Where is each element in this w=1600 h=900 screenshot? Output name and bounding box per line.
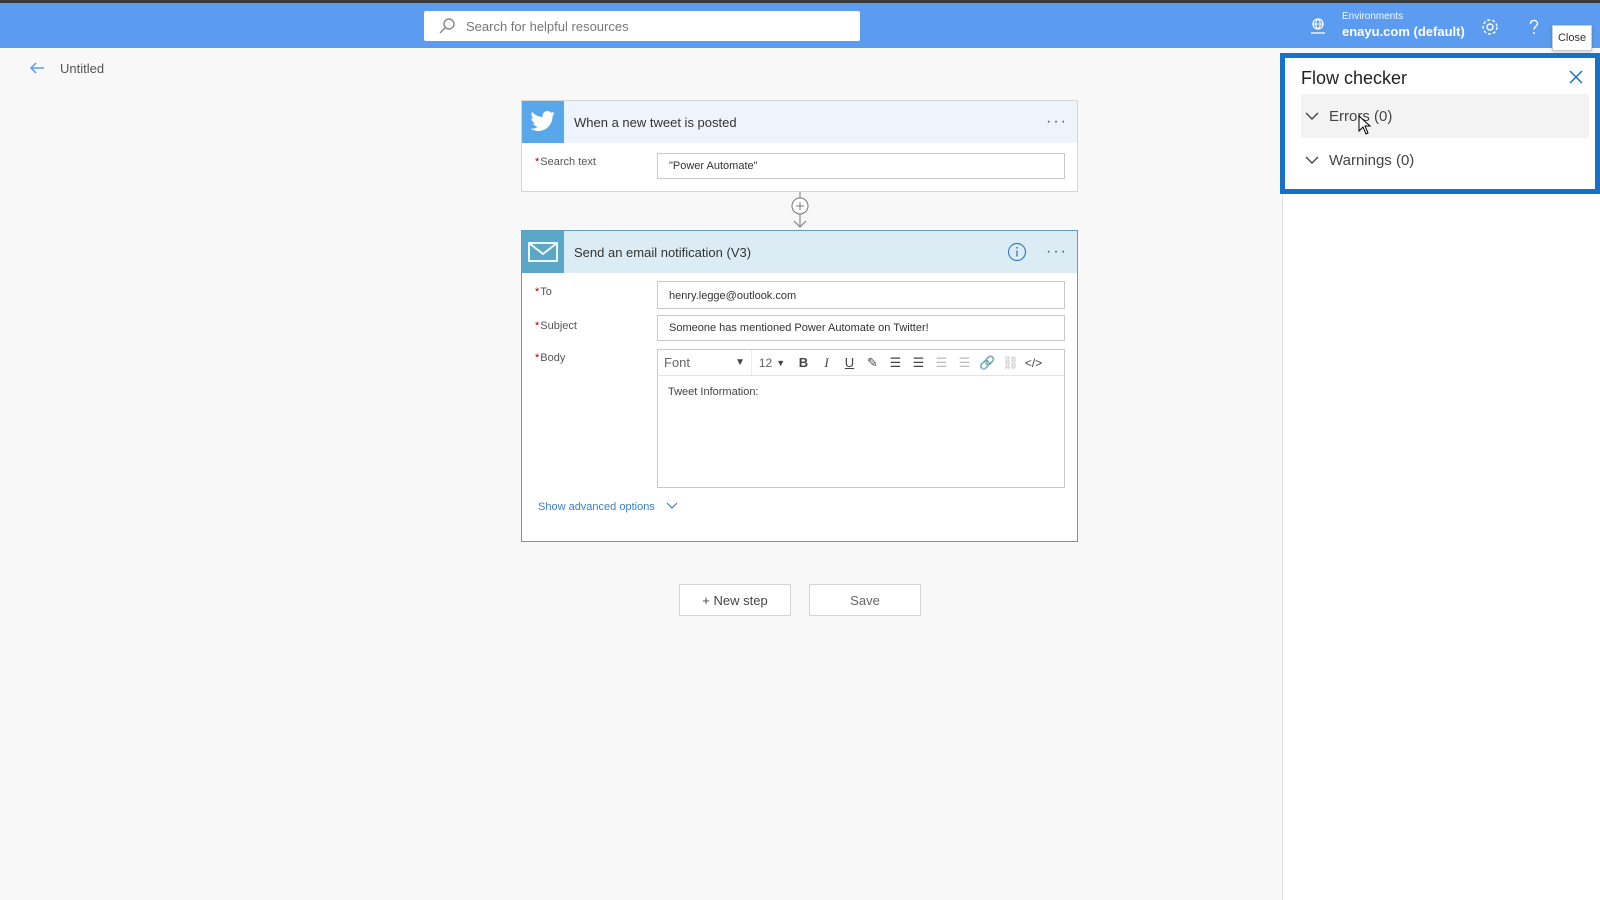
trigger-card-header[interactable]: When a new tweet is posted ··· (522, 101, 1077, 143)
code-view-icon[interactable]: </> (1022, 356, 1045, 370)
top-bar: Environments enayu.com (default) Close (0, 0, 1600, 51)
bulleted-list-icon[interactable]: ☰ (884, 355, 907, 371)
to-field[interactable]: henry.legge@outlook.com (657, 281, 1065, 309)
email-action-title: Send an email notification (V3) (574, 244, 752, 260)
email-action-card[interactable]: Send an email notification (V3) ··· *To … (521, 230, 1078, 542)
info-icon[interactable] (1007, 242, 1027, 262)
font-size-value: 12 (758, 355, 773, 370)
page-header: Untitled (0, 48, 1280, 88)
search-text-label: *Search text (535, 156, 596, 168)
italic-icon[interactable]: I (815, 355, 838, 371)
environment-icon (1311, 17, 1325, 34)
flow-checker-highlight (1280, 53, 1600, 194)
font-select[interactable]: Font ▼ (658, 350, 752, 375)
mail-icon (522, 231, 564, 273)
search-box[interactable] (424, 11, 860, 41)
body-content[interactable]: Tweet Information: (658, 376, 1064, 408)
chevron-down-icon (666, 502, 678, 509)
highlight-pen-icon[interactable]: ✎ (861, 355, 884, 371)
font-size-select[interactable]: 12 ▼ (752, 350, 792, 375)
to-label: *To (535, 286, 552, 298)
settings-gear-icon[interactable] (1480, 17, 1500, 37)
mouse-cursor-icon (1358, 115, 1372, 135)
editor-toolbar: Font ▼ 12 ▼ B I U ✎ ☰ ☰ ☰ ☰ 🔗 ⛓ </> (658, 350, 1064, 376)
environment-picker[interactable]: Environments enayu.com (default) (1308, 11, 1465, 40)
search-icon (439, 18, 455, 34)
font-size-dropdown-icon: ▼ (776, 357, 786, 368)
environment-value: enayu.com (default) (1342, 24, 1465, 39)
body-label: *Body (535, 352, 566, 364)
search-input[interactable] (466, 18, 846, 34)
back-arrow-icon[interactable] (28, 59, 46, 77)
email-action-more-menu[interactable]: ··· (1037, 243, 1077, 261)
insert-link-icon[interactable]: 🔗 (976, 355, 999, 371)
close-tooltip: Close (1552, 25, 1592, 51)
subject-label: *Subject (535, 320, 577, 332)
subject-field[interactable]: Someone has mentioned Power Automate on … (657, 315, 1065, 341)
show-advanced-options-link[interactable]: Show advanced options (538, 501, 678, 513)
email-action-header[interactable]: Send an email notification (V3) ··· (522, 231, 1077, 273)
help-icon[interactable] (1524, 17, 1544, 37)
increase-indent-icon[interactable]: ☰ (953, 355, 976, 371)
numbered-list-icon[interactable]: ☰ (907, 355, 930, 371)
twitter-icon (522, 101, 564, 143)
bold-icon[interactable]: B (792, 355, 815, 370)
page-title: Untitled (60, 60, 105, 76)
remove-link-icon[interactable]: ⛓ (999, 355, 1022, 371)
font-dropdown-icon: ▼ (735, 357, 745, 368)
trigger-card[interactable]: When a new tweet is posted ··· *Search t… (521, 100, 1078, 192)
new-step-button[interactable]: + New step (679, 584, 791, 616)
underline-icon[interactable]: U (838, 355, 861, 370)
decrease-indent-icon[interactable]: ☰ (930, 355, 953, 371)
trigger-more-menu[interactable]: ··· (1037, 113, 1077, 131)
save-button[interactable]: Save (809, 584, 921, 616)
show-advanced-options-label: Show advanced options (538, 501, 655, 513)
body-editor[interactable]: Font ▼ 12 ▼ B I U ✎ ☰ ☰ ☰ ☰ 🔗 ⛓ </> Twee… (657, 349, 1065, 488)
font-select-label: Font (664, 355, 691, 370)
search-text-field[interactable]: "Power Automate" (657, 153, 1065, 179)
add-step-connector[interactable] (790, 192, 810, 230)
trigger-title: When a new tweet is posted (574, 114, 737, 130)
environment-label: Environments (1342, 11, 1404, 22)
